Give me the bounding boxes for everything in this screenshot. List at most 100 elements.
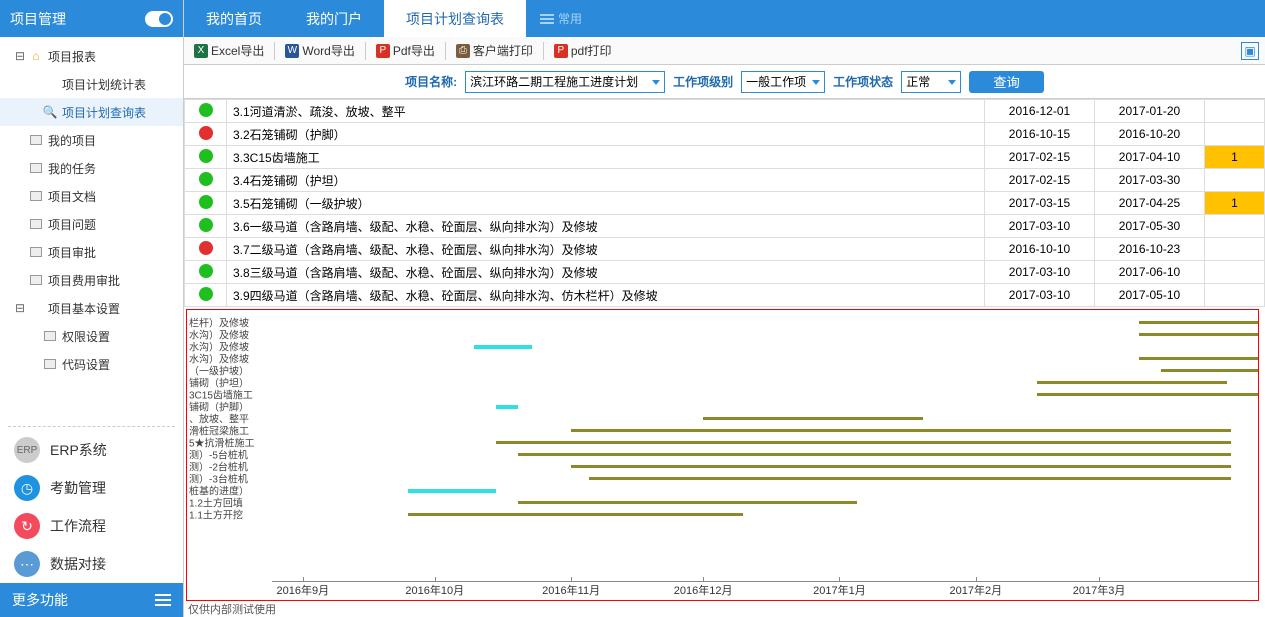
- flag-cell: [1205, 215, 1265, 238]
- export-word-button[interactable]: WWord导出: [281, 40, 358, 61]
- sidebar-item[interactable]: 项目费用审批: [0, 266, 183, 294]
- date-end-cell: 2017-03-30: [1095, 169, 1205, 192]
- gantt-bar: [408, 513, 742, 516]
- date-start-cell: 2017-03-15: [985, 192, 1095, 215]
- flag-cell: [1205, 261, 1265, 284]
- table-row[interactable]: 3.6一级马道（含路肩墙、级配、水稳、砼面层、纵向排水沟）及修坡2017-03-…: [185, 215, 1265, 238]
- table-row[interactable]: 3.9四级马道（含路肩墙、级配、水稳、砼面层、纵向排水沟、仿木栏杆）及修坡201…: [185, 284, 1265, 307]
- query-button[interactable]: 查询: [969, 71, 1044, 93]
- status-cell: [185, 238, 227, 261]
- gantt-x-label: 2016年11月: [542, 582, 600, 598]
- client-print-button[interactable]: ⎙客户端打印: [452, 40, 537, 61]
- table-row[interactable]: 3.8三级马道（含路肩墙、级配、水稳、砼面层、纵向排水沟）及修坡2017-03-…: [185, 261, 1265, 284]
- sidebar-item-label: 项目文档: [48, 188, 96, 205]
- sidebar-toggle[interactable]: [145, 11, 173, 27]
- status-cell: [185, 261, 227, 284]
- date-end-cell: 2017-04-10: [1095, 146, 1205, 169]
- flag-cell: 1: [1205, 192, 1265, 215]
- sidebar-item-label: 项目审批: [48, 244, 96, 261]
- status-cell: [185, 192, 227, 215]
- sidebar-item[interactable]: 项目审批: [0, 238, 183, 266]
- table-row[interactable]: 3.5石笼铺砌（一级护坡）2017-03-152017-04-251: [185, 192, 1265, 215]
- date-start-cell: 2017-03-10: [985, 215, 1095, 238]
- date-end-cell: 2016-10-23: [1095, 238, 1205, 261]
- gantt-row-label: 1.1土方开挖: [189, 507, 243, 522]
- gantt-bar: [496, 405, 518, 409]
- sidebar-extra-item[interactable]: ↻工作流程: [0, 507, 183, 545]
- folder-icon: [28, 244, 44, 260]
- tab-favorites[interactable]: 常用: [526, 0, 596, 37]
- table-row[interactable]: 3.2石笼铺砌（护脚）2016-10-152016-10-20: [185, 123, 1265, 146]
- pdf-print-button[interactable]: Ppdf打印: [550, 40, 616, 61]
- sidebar-more[interactable]: 更多功能: [0, 583, 183, 617]
- module-label: 数据对接: [50, 554, 106, 574]
- sidebar-item[interactable]: 项目文档: [0, 182, 183, 210]
- status-dot-icon: [199, 218, 213, 232]
- gantt-bar: [1139, 333, 1259, 336]
- filter-status-select[interactable]: 正常: [901, 71, 961, 93]
- flag-cell: [1205, 100, 1265, 123]
- folder-icon: [28, 216, 44, 232]
- gantt-x-label: 2016年10月: [405, 582, 464, 598]
- tab[interactable]: 我的首页: [184, 0, 284, 37]
- sidebar-item[interactable]: ⊟项目基本设置: [0, 294, 183, 322]
- sidebar-tree: ⊟⌂项目报表项目计划统计表 🔍项目计划查询表我的项目我的任务项目文档项目问题项目审…: [0, 37, 183, 422]
- data-table: 3.1河道清淤、疏浚、放坡、整平2016-12-012017-01-203.2石…: [184, 99, 1265, 307]
- filter-name-select[interactable]: 滨江环路二期工程施工进度计划: [465, 71, 665, 93]
- module-label: 考勤管理: [50, 478, 106, 498]
- filter-status-label: 工作项状态: [833, 73, 893, 90]
- status-cell: [185, 169, 227, 192]
- gantt-x-label: 2016年9月: [276, 582, 329, 598]
- sidebar-more-label: 更多功能: [12, 590, 68, 610]
- sidebar-item[interactable]: 我的任务: [0, 154, 183, 182]
- name-cell: 3.4石笼铺砌（护坦）: [227, 169, 985, 192]
- gantt-x-label: 2017年1月: [813, 582, 866, 598]
- status-dot-icon: [199, 103, 213, 117]
- gantt-x-label: 2017年2月: [950, 582, 1003, 598]
- status-dot-icon: [199, 287, 213, 301]
- module-icon: ⋯: [14, 551, 40, 577]
- sidebar-item[interactable]: 代码设置: [0, 350, 183, 378]
- sidebar-extra-item[interactable]: ◷考勤管理: [0, 469, 183, 507]
- sidebar-item[interactable]: 我的项目: [0, 126, 183, 154]
- toolbar-expand-button[interactable]: ▣: [1241, 42, 1259, 60]
- tab[interactable]: 项目计划查询表: [384, 0, 526, 37]
- sidebar-item[interactable]: ⊟⌂项目报表: [0, 42, 183, 70]
- export-pdf-button[interactable]: PPdf导出: [372, 40, 439, 61]
- sidebar-item[interactable]: 🔍项目计划查询表: [0, 98, 183, 126]
- status-cell: [185, 215, 227, 238]
- sidebar-extras: ERPERP系统◷考勤管理↻工作流程 ⋯ 数据对接: [0, 431, 183, 583]
- sidebar-item-label: 我的项目: [48, 132, 96, 149]
- pdf-icon: P: [554, 44, 568, 58]
- module-label: ERP系统: [50, 440, 107, 460]
- filter-level-select[interactable]: 一般工作项: [741, 71, 825, 93]
- table-row[interactable]: 3.7二级马道（含路肩墙、级配、水稳、砼面层、纵向排水沟）及修坡2016-10-…: [185, 238, 1265, 261]
- gantt-bar: [1139, 321, 1259, 324]
- date-start-cell: 2017-03-10: [985, 261, 1095, 284]
- word-icon: W: [285, 44, 299, 58]
- date-end-cell: 2017-01-20: [1095, 100, 1205, 123]
- sidebar-extra-item[interactable]: ERPERP系统: [0, 431, 183, 469]
- date-start-cell: 2016-10-10: [985, 238, 1095, 261]
- sidebar-extra-item[interactable]: ⋯ 数据对接: [0, 545, 183, 583]
- folder-icon: [28, 188, 44, 204]
- folder-icon: [42, 328, 58, 344]
- name-cell: 3.7二级马道（含路肩墙、级配、水稳、砼面层、纵向排水沟）及修坡: [227, 238, 985, 261]
- export-excel-button[interactable]: XExcel导出: [190, 40, 268, 61]
- status-dot-icon: [199, 195, 213, 209]
- date-end-cell: 2017-06-10: [1095, 261, 1205, 284]
- tab[interactable]: 我的门户: [284, 0, 384, 37]
- status-cell: [185, 123, 227, 146]
- sidebar-item-label: 项目计划统计表: [62, 76, 146, 93]
- gantt-bar: [571, 465, 1231, 468]
- table-row[interactable]: 3.4石笼铺砌（护坦）2017-02-152017-03-30: [185, 169, 1265, 192]
- flag-cell: [1205, 238, 1265, 261]
- sidebar-item[interactable]: 项目问题: [0, 210, 183, 238]
- date-start-cell: 2017-03-10: [985, 284, 1095, 307]
- table-row[interactable]: 3.1河道清淤、疏浚、放坡、整平2016-12-012017-01-20: [185, 100, 1265, 123]
- sidebar-item[interactable]: 权限设置: [0, 322, 183, 350]
- sidebar-item[interactable]: 项目计划统计表: [0, 70, 183, 98]
- sidebar-item-label: 权限设置: [62, 328, 110, 345]
- table-row[interactable]: 3.3C15齿墙施工2017-02-152017-04-101: [185, 146, 1265, 169]
- folder-icon: [42, 356, 58, 372]
